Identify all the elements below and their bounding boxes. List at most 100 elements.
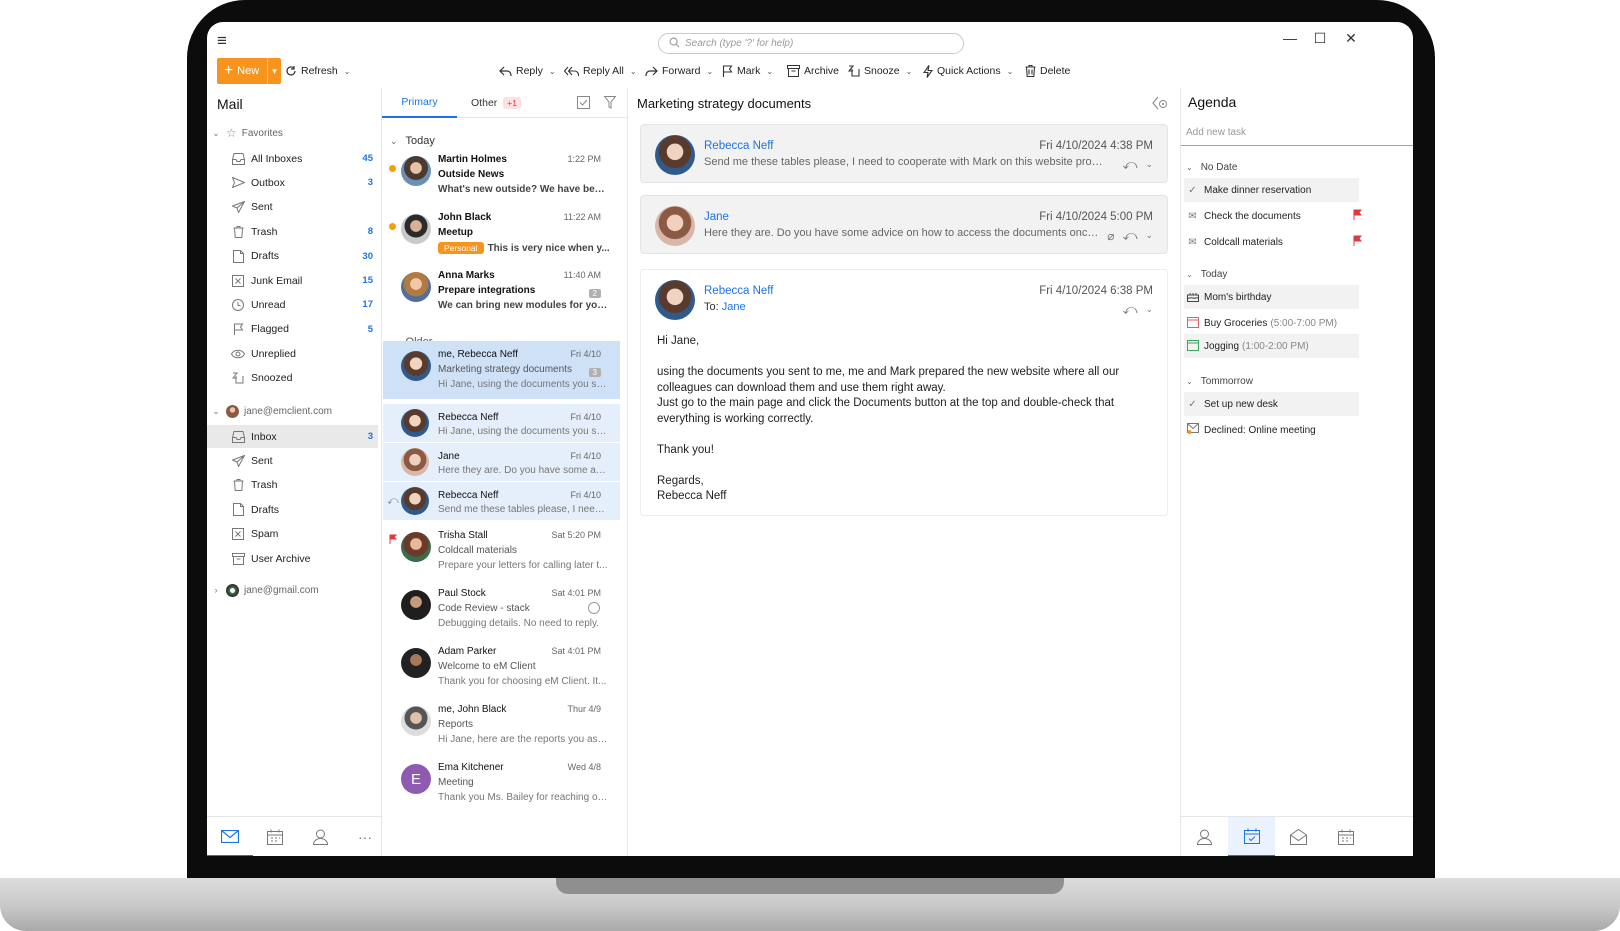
calendar-icon[interactable]: [1322, 817, 1369, 856]
folder-sent[interactable]: Sent: [207, 196, 378, 219]
new-dropdown-icon[interactable]: ▾: [267, 58, 281, 84]
folder-flagged[interactable]: Flagged 5: [207, 318, 378, 341]
event-item[interactable]: Buy Groceries (5:00-7:00 PM): [1184, 311, 1359, 335]
tab-primary[interactable]: Primary: [382, 88, 457, 118]
account-folder-sent[interactable]: Sent: [207, 449, 378, 472]
reply-icon[interactable]: ⤺: [1122, 156, 1137, 173]
message-list-item[interactable]: Trisha Stall Sat 5:20 PM Coldcall material…: [383, 522, 620, 580]
chevron-down-icon[interactable]: ⌄: [766, 67, 773, 76]
task-item[interactable]: ✉ Check the documents: [1184, 204, 1363, 228]
flag-icon[interactable]: [1353, 235, 1363, 249]
chevron-down-icon[interactable]: ⌄: [1145, 159, 1153, 170]
account-folder-user-archive[interactable]: User Archive: [207, 547, 378, 570]
conversation-settings-icon[interactable]: [1152, 96, 1168, 113]
account-jane-gmail[interactable]: › jane@gmail.com: [211, 580, 319, 600]
unread-dot-icon[interactable]: [389, 223, 396, 230]
chevron-down-icon[interactable]: ⌄: [1186, 270, 1193, 279]
category-tag[interactable]: Personal: [438, 242, 484, 254]
folder-unread[interactable]: Unread 17: [207, 293, 378, 316]
account-folder-drafts[interactable]: Drafts: [207, 498, 378, 521]
chevron-down-icon[interactable]: ⌄: [549, 67, 556, 76]
folder-all-inboxes[interactable]: All Inboxes 45: [207, 147, 378, 170]
chevron-down-icon[interactable]: ⌄: [906, 67, 913, 76]
archive-button[interactable]: Archive: [787, 61, 839, 81]
chevron-right-icon[interactable]: ›: [211, 585, 221, 595]
event-item[interactable]: Declined: Online meeting: [1184, 418, 1359, 442]
chevron-down-icon[interactable]: ⌄: [707, 67, 714, 76]
chevron-down-icon[interactable]: ⌄: [1145, 304, 1153, 315]
event-item[interactable]: Mom's birthday: [1184, 285, 1359, 309]
message-list-item[interactable]: me, Rebecca Neff Fri 4/10 Marketing strate…: [383, 341, 620, 399]
sender-name[interactable]: Jane: [704, 211, 729, 223]
new-button[interactable]: + New ▾: [217, 58, 281, 84]
search-input[interactable]: Search (type '?' for help): [658, 33, 964, 54]
folder-outbox[interactable]: Outbox 3: [207, 171, 378, 194]
message-list-item[interactable]: E Ema Kitchener Wed 4/8 Meeting Thank you Ms…: [383, 754, 620, 812]
flag-icon[interactable]: [389, 534, 398, 547]
account-folder-trash[interactable]: Trash: [207, 474, 378, 497]
sender-name[interactable]: Rebecca Neff: [704, 140, 773, 152]
contacts-icon[interactable]: [1181, 817, 1228, 856]
delete-button[interactable]: Delete: [1025, 61, 1070, 81]
reply-icon[interactable]: ⤺: [1122, 227, 1137, 244]
calendar-module-icon[interactable]: [252, 817, 298, 856]
chevron-down-icon[interactable]: ⌄: [1186, 377, 1193, 386]
task-item[interactable]: ✓ Set up new desk: [1184, 392, 1359, 416]
mail-module-icon[interactable]: [207, 817, 253, 856]
account-folder-spam[interactable]: Spam: [207, 523, 378, 546]
select-all-icon[interactable]: [577, 96, 590, 112]
flag-icon[interactable]: [1353, 209, 1363, 223]
snooze-button[interactable]: Snooze ⌄: [848, 61, 912, 81]
quick-actions-button[interactable]: Quick Actions ⌄: [923, 61, 1013, 81]
message-list-item[interactable]: me, John Black Thur 4/9 Reports Hi Jane, he…: [383, 696, 620, 754]
message-list-item[interactable]: Martin Holmes 1:22 PM Outside News What's n…: [383, 146, 620, 204]
unread-dot-icon[interactable]: [389, 165, 396, 172]
group-no-date[interactable]: ⌄ No Date: [1186, 158, 1237, 176]
account-jane-emclient[interactable]: ⌄ jane@emclient.com: [211, 401, 332, 421]
reply-button[interactable]: Reply ⌄: [499, 61, 556, 81]
chevron-down-icon[interactable]: ⌄: [1007, 67, 1014, 76]
task-item[interactable]: ✓ Make dinner reservation: [1184, 178, 1359, 202]
message-list-item[interactable]: Rebecca Neff Fri 4/10 Send me these tables…: [383, 482, 620, 520]
chevron-down-icon[interactable]: ⌄: [390, 136, 398, 147]
message-list-item[interactable]: Jane Fri 4/10 Here they are. Do you have s…: [383, 443, 620, 481]
chevron-down-icon[interactable]: ⌄: [211, 406, 221, 417]
reply-all-button[interactable]: Reply All ⌄: [564, 61, 637, 81]
event-item[interactable]: Jogging (1:00-2:00 PM): [1184, 334, 1359, 358]
check-icon[interactable]: ✓: [1186, 399, 1199, 410]
reply-icon[interactable]: ⤺: [1122, 301, 1137, 318]
folder-drafts[interactable]: Drafts 30: [207, 245, 378, 268]
close-icon[interactable]: ✕: [1341, 30, 1361, 47]
folder-junk-email[interactable]: Junk Email 15: [207, 269, 378, 292]
chevron-down-icon[interactable]: ⌄: [344, 67, 351, 76]
account-folder-inbox[interactable]: Inbox 3: [207, 425, 378, 448]
contacts-module-icon[interactable]: [297, 817, 343, 856]
message-list-item[interactable]: Paul Stock Sat 4:01 PM Code Review - stack…: [383, 580, 620, 638]
message-card-1[interactable]: Rebecca Neff Fri 4/10/2024 4:38 PM Send …: [640, 124, 1168, 183]
task-item[interactable]: ✉ Coldcall materials: [1184, 230, 1363, 254]
snooze-icon[interactable]: [588, 602, 600, 614]
group-tomorrow[interactable]: ⌄ Tommorrow: [1186, 372, 1253, 390]
hamburger-menu-icon[interactable]: ≡: [217, 32, 227, 49]
mail-open-icon[interactable]: [1275, 817, 1322, 856]
message-list-item[interactable]: Anna Marks 11:40 AM Prepare integrations We…: [383, 262, 620, 320]
chevron-down-icon[interactable]: ⌄: [1186, 163, 1193, 172]
message-list-item[interactable]: John Black 11:22 AM Meetup Personal This is …: [383, 204, 620, 262]
recipient-name[interactable]: Jane: [722, 301, 746, 313]
filter-icon[interactable]: [603, 96, 617, 112]
message-list-item[interactable]: Adam Parker Sat 4:01 PM Welcome to eM Clie…: [383, 638, 620, 696]
minimize-icon[interactable]: —: [1280, 30, 1300, 46]
refresh-button[interactable]: Refresh ⌄: [285, 61, 350, 81]
forward-button[interactable]: Forward ⌄: [645, 61, 713, 81]
folder-trash[interactable]: Trash 8: [207, 220, 378, 243]
add-task-input[interactable]: Add new task: [1181, 121, 1413, 146]
message-list-item[interactable]: Rebecca Neff Fri 4/10 Hi Jane, using the d…: [383, 404, 620, 442]
folder-snoozed[interactable]: Snoozed: [207, 367, 378, 390]
sender-name[interactable]: Rebecca Neff: [704, 285, 773, 297]
check-icon[interactable]: ✓: [1186, 185, 1199, 196]
maximize-icon[interactable]: ☐: [1310, 30, 1330, 47]
favorites-section[interactable]: ⌄ ☆ Favorites: [211, 123, 283, 143]
group-today[interactable]: ⌄ Today: [1186, 265, 1227, 283]
tab-other[interactable]: Other +1: [457, 88, 535, 118]
mark-button[interactable]: Mark ⌄: [722, 61, 773, 81]
